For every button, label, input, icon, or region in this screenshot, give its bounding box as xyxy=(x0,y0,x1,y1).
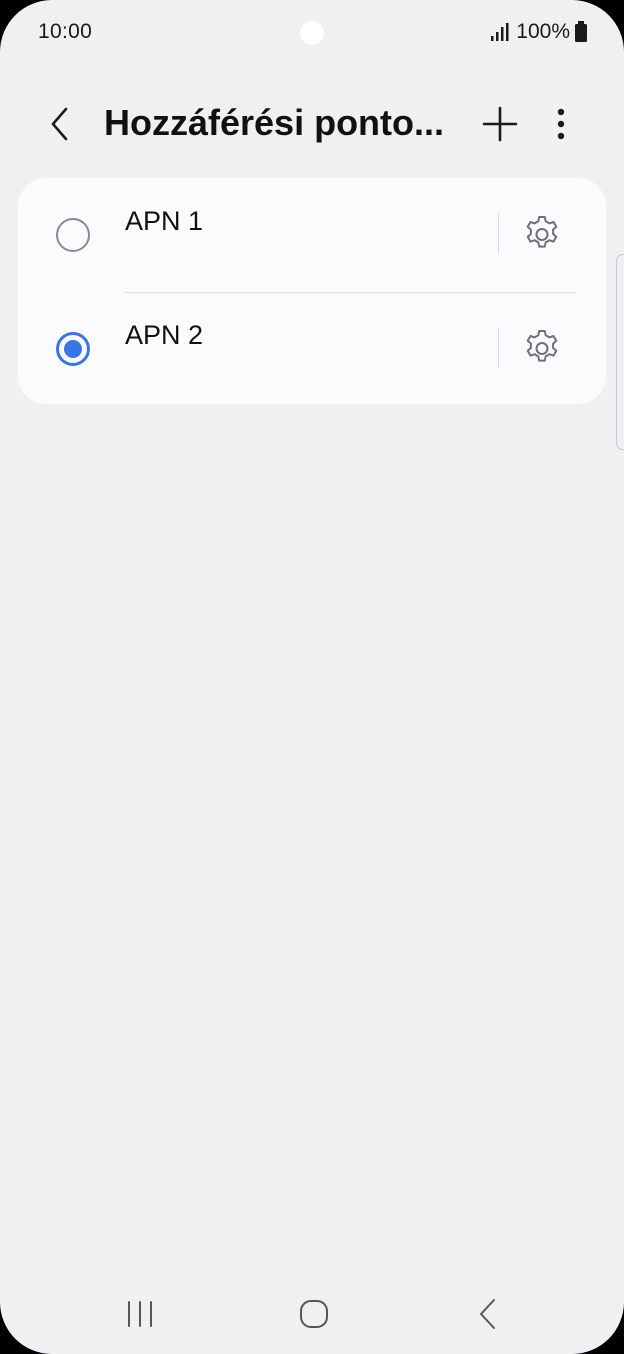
apn-list-card: APN 1 APN 2 xyxy=(18,178,606,404)
home-icon xyxy=(300,1300,328,1328)
apn-settings-button[interactable] xyxy=(520,212,564,256)
app-bar: Hozzáférési ponto... xyxy=(0,90,624,158)
row-divider xyxy=(498,328,499,368)
recents-icon xyxy=(128,1301,152,1327)
battery-icon xyxy=(574,21,588,43)
nav-back-button[interactable] xyxy=(474,1296,502,1332)
edge-panel-handle[interactable] xyxy=(616,254,624,450)
back-icon xyxy=(480,1299,495,1329)
apn-settings-button[interactable] xyxy=(520,326,564,370)
back-button[interactable] xyxy=(40,104,80,144)
page-title: Hozzáférési ponto... xyxy=(104,102,445,143)
plus-icon xyxy=(482,106,518,142)
apn-list-item[interactable]: APN 2 xyxy=(18,292,606,404)
gear-icon xyxy=(526,216,558,248)
apn-radio-button-selected[interactable] xyxy=(56,332,90,366)
status-time: 10:00 xyxy=(38,20,93,43)
gear-icon xyxy=(526,330,558,362)
phone-screen: 10:00 100% Hozzáférési ponto... APN 1 AP… xyxy=(0,0,624,1354)
signal-icon xyxy=(490,22,512,42)
chevron-left-icon xyxy=(51,107,68,141)
apn-list-item[interactable]: APN 1 xyxy=(18,178,606,290)
status-bar: 10:00 100% xyxy=(0,0,624,66)
status-indicators: 100% xyxy=(490,20,588,44)
recents-button[interactable] xyxy=(124,1298,156,1330)
row-divider xyxy=(498,214,499,254)
battery-percentage: 100% xyxy=(516,20,570,43)
home-button[interactable] xyxy=(296,1296,332,1332)
front-camera xyxy=(300,21,324,45)
apn-name: APN 1 xyxy=(125,206,204,236)
apn-name: APN 2 xyxy=(125,320,204,350)
apn-radio-button[interactable] xyxy=(56,218,90,252)
add-apn-button[interactable] xyxy=(478,102,522,146)
navigation-bar xyxy=(0,1280,624,1350)
radio-selected-dot xyxy=(64,340,82,358)
more-options-button[interactable] xyxy=(546,102,576,146)
more-vertical-icon xyxy=(557,108,565,140)
